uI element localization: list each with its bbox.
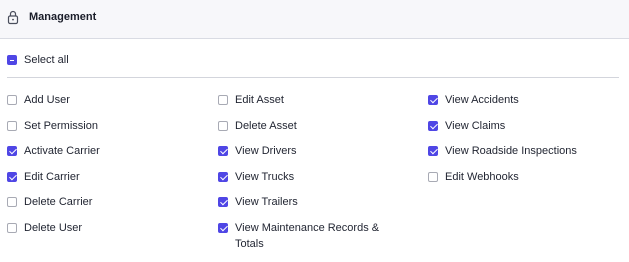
permission-label: View Drivers: [235, 145, 297, 158]
checkbox-checked[interactable]: [218, 222, 228, 233]
permission-label: View Roadside Inspections: [445, 145, 577, 158]
checkbox-unchecked[interactable]: [428, 171, 438, 182]
checkbox-checked[interactable]: [218, 197, 228, 208]
permission-item[interactable]: View Drivers: [218, 144, 395, 170]
permission-label: View Trailers: [235, 196, 298, 209]
permission-label: Activate Carrier: [24, 145, 100, 158]
permission-item[interactable]: Delete User: [7, 221, 100, 247]
permission-item[interactable]: Edit Asset: [218, 93, 395, 119]
select-all-box[interactable]: [7, 55, 17, 65]
permission-column-2: Edit Asset Delete Asset View Drivers View T…: [218, 93, 395, 250]
permission-item[interactable]: Add User: [7, 93, 100, 119]
permission-label: View Maintenance Records & Totals: [235, 221, 380, 250]
section-header: Management: [0, 0, 629, 39]
permission-label: View Trucks: [235, 170, 295, 183]
permission-item[interactable]: Delete Carrier: [7, 195, 100, 221]
permission-label: View Accidents: [445, 94, 519, 106]
checkbox-unchecked[interactable]: [7, 197, 17, 208]
select-all-checkbox[interactable]: Select all: [7, 53, 69, 67]
checkbox-unchecked[interactable]: [218, 120, 228, 131]
checkbox-unchecked[interactable]: [7, 222, 17, 233]
checkbox-checked[interactable]: [218, 146, 228, 157]
divider: [7, 77, 619, 78]
permission-column-3: View Accidents View Claims View Roadside I…: [428, 93, 577, 195]
checkbox-unchecked[interactable]: [7, 95, 17, 105]
permission-label: Edit Asset: [235, 94, 284, 106]
permission-item[interactable]: View Claims: [428, 119, 577, 145]
checkbox-checked[interactable]: [7, 171, 17, 182]
section-title: Management: [29, 11, 97, 23]
permission-label: Delete User: [24, 221, 83, 234]
checkbox-checked[interactable]: [428, 120, 438, 131]
permission-item[interactable]: View Roadside Inspections: [428, 144, 577, 170]
permission-item[interactable]: Set Permission: [7, 119, 100, 145]
permission-item[interactable]: Edit Carrier: [7, 170, 100, 196]
select-all-label: Select all: [24, 54, 69, 66]
permission-label: Add User: [24, 94, 70, 106]
permission-item[interactable]: View Trailers: [218, 195, 395, 221]
permission-item[interactable]: Delete Asset: [218, 119, 395, 145]
checkbox-unchecked[interactable]: [218, 95, 228, 105]
permission-column-1: Add User Set Permission Activate Carrier Ed…: [7, 93, 100, 247]
permission-label: Set Permission: [24, 119, 98, 132]
checkbox-checked[interactable]: [218, 171, 228, 182]
permission-item[interactable]: Activate Carrier: [7, 144, 100, 170]
permission-item[interactable]: View Maintenance Records & Totals: [218, 221, 395, 250]
permission-label: Edit Webhooks: [445, 170, 519, 183]
lock-icon: [7, 10, 19, 25]
permission-label: View Claims: [445, 119, 506, 132]
permission-item[interactable]: Edit Webhooks: [428, 170, 577, 196]
permission-item[interactable]: View Accidents: [428, 93, 577, 119]
checkbox-unchecked[interactable]: [7, 120, 17, 131]
checkbox-checked[interactable]: [428, 146, 438, 157]
permission-label: Delete Asset: [235, 119, 297, 132]
permission-item[interactable]: View Trucks: [218, 170, 395, 196]
permission-label: Delete Carrier: [24, 196, 93, 209]
checkbox-checked[interactable]: [7, 146, 17, 157]
permission-label: Edit Carrier: [24, 170, 80, 183]
checkbox-checked[interactable]: [428, 95, 438, 105]
